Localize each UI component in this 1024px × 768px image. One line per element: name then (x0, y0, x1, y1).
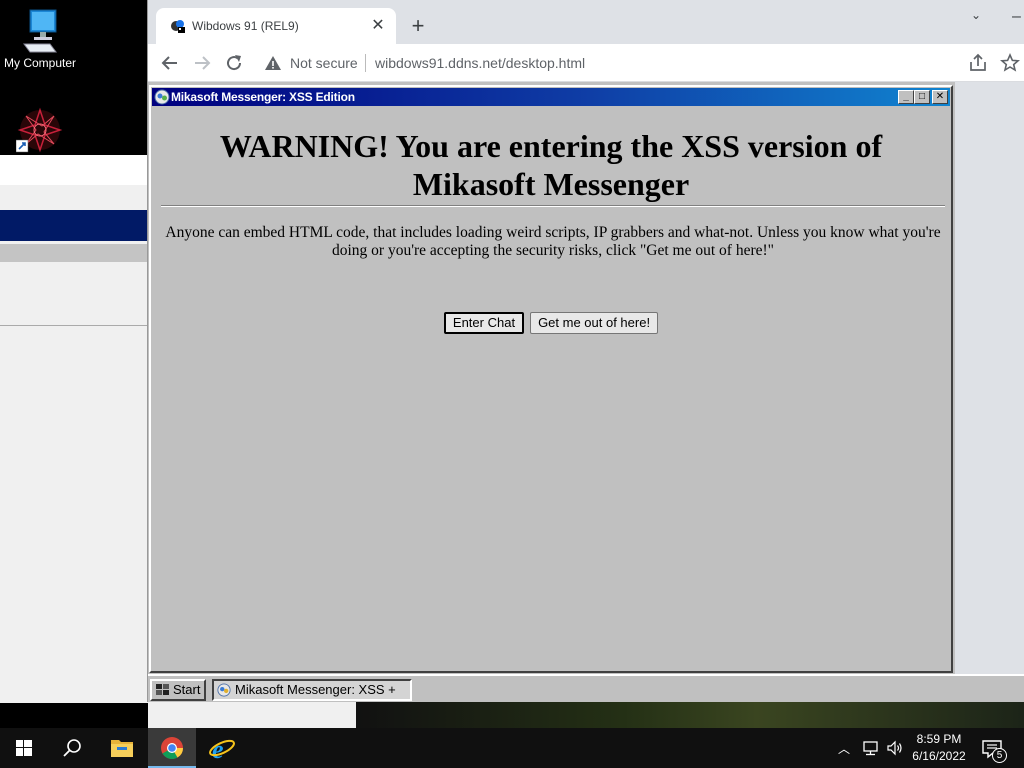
tab-close-icon[interactable]: ✕ (368, 16, 388, 36)
new-tab-plus-icon[interactable]: + (406, 14, 430, 38)
close-icon: ✕ (935, 91, 945, 102)
wibdows-task-messenger[interactable]: Mikasoft Messenger: XSS + (212, 679, 412, 701)
file-explorer-icon (111, 740, 133, 757)
desktop-icon-label: My Computer (3, 56, 77, 70)
security-status-label[interactable]: Not secure (290, 55, 358, 71)
chrome-icon (161, 737, 183, 759)
button-row: Enter Chat Get me out of here! (151, 312, 951, 334)
warning-heading: WARNING! You are entering the XSS versio… (151, 127, 951, 203)
taskbar-ghost (258, 758, 348, 768)
back-arrow-icon[interactable] (158, 51, 182, 75)
clock-time[interactable]: 8:59 PM (910, 732, 968, 746)
windows-logo-icon (16, 740, 32, 756)
wibdows-logo-icon (156, 684, 169, 695)
wibdows-desktop: Mikasoft Messenger: XSS Edition _ □ ✕ WA… (148, 82, 1024, 702)
windows-taskbar: e ︿ 8:59 PM 6/16/2022 5 (0, 728, 1024, 768)
messenger-icon (217, 683, 231, 697)
notification-count-badge: 5 (992, 748, 1007, 763)
tray-show-hidden-icon[interactable]: ︿ (838, 740, 850, 757)
messenger-title: Mikasoft Messenger: XSS Edition (171, 90, 355, 104)
reload-icon[interactable] (222, 51, 246, 75)
browser-window: Wibdows 91 (REL9) ✕ + ⌄ – Not secure wib… (147, 0, 1024, 702)
internet-explorer-icon: e (209, 735, 235, 764)
forward-arrow-icon[interactable] (190, 51, 214, 75)
computer-icon (23, 9, 57, 53)
browser-tab[interactable]: Wibdows 91 (REL9) ✕ (156, 8, 396, 44)
get-me-out-button[interactable]: Get me out of here! (530, 312, 659, 334)
minimize-button[interactable]: _ (898, 90, 914, 104)
wallpaper-bottom (356, 700, 1024, 728)
start-label: Start (173, 682, 201, 697)
bookmark-star-icon[interactable] (998, 51, 1022, 75)
tab-title: Wibdows 91 (REL9) (192, 19, 299, 33)
svg-text:e: e (212, 735, 224, 764)
wibdows-start-button[interactable]: Start (150, 679, 206, 701)
background-window-bottom (148, 700, 356, 728)
tab-search-chevron-icon[interactable]: ⌄ (966, 8, 986, 28)
omnibox-separator (365, 54, 366, 72)
desktop-icon-shortcut[interactable] (0, 106, 80, 154)
network-icon[interactable] (862, 739, 880, 757)
wibdows-taskbar: Start Mikasoft Messenger: XSS + (148, 674, 1024, 702)
taskbar-internet-explorer[interactable]: e (198, 728, 246, 768)
taskbar-chrome[interactable] (148, 728, 196, 768)
close-button[interactable]: ✕ (932, 90, 948, 104)
share-icon[interactable] (966, 51, 990, 75)
clock-date[interactable]: 6/16/2022 (910, 749, 968, 763)
desktop-icon-my-computer[interactable]: My Computer (0, 8, 80, 70)
taskbar-search-button[interactable] (48, 728, 96, 768)
browser-toolbar: Not secure wibdows91.ddns.net/desktop.ht… (148, 44, 1024, 82)
background-window (0, 155, 148, 703)
messenger-icon (154, 89, 170, 105)
task-label: Mikasoft Messenger: XSS + (235, 682, 396, 697)
taskbar-file-explorer[interactable] (98, 728, 146, 768)
warning-text: Anyone can embed HTML code, that include… (165, 224, 941, 259)
volume-icon[interactable] (886, 739, 904, 757)
minimize-icon: _ (903, 91, 909, 102)
window-minimize-icon[interactable]: – (1012, 8, 1024, 28)
wibdows-favicon-icon (171, 20, 185, 33)
messenger-title-bar[interactable]: Mikasoft Messenger: XSS Edition _ □ ✕ (152, 88, 950, 106)
tab-strip: Wibdows 91 (REL9) ✕ + ⌄ – (148, 0, 1024, 44)
windows-start-button[interactable] (0, 728, 48, 768)
app-shortcut-icon (16, 107, 63, 153)
divider (161, 205, 945, 207)
address-bar-url[interactable]: wibdows91.ddns.net/desktop.html (375, 55, 585, 71)
maximize-button[interactable]: □ (914, 90, 930, 104)
enter-chat-button[interactable]: Enter Chat (443, 312, 525, 334)
messenger-content: WARNING! You are entering the XSS versio… (151, 109, 951, 669)
search-icon (63, 739, 81, 757)
warning-heading-line2: Mikasoft Messenger (412, 166, 690, 202)
messenger-window: Mikasoft Messenger: XSS Edition _ □ ✕ WA… (149, 85, 953, 673)
warning-triangle-icon[interactable] (264, 54, 282, 72)
maximize-icon: □ (918, 91, 926, 102)
warning-heading-line1: WARNING! You are entering the XSS versio… (219, 128, 883, 164)
